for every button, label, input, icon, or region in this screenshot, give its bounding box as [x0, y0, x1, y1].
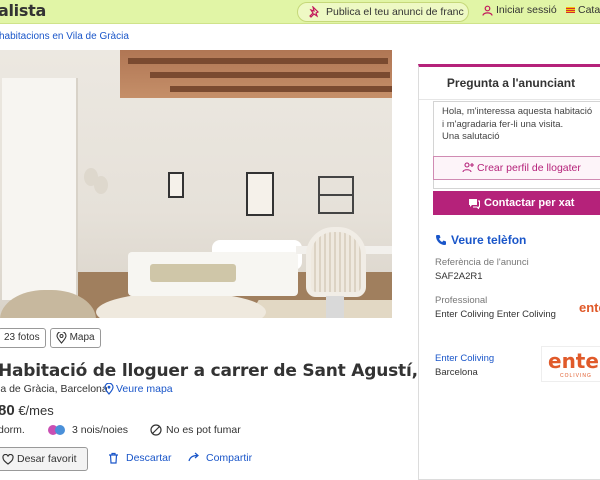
share-icon — [188, 452, 199, 462]
photo-beam — [128, 58, 388, 64]
photo-door — [2, 78, 78, 300]
create-tenant-profile-label: Crear perfil de llogater — [477, 162, 581, 174]
photo-badges: 23 fotos Mapa — [0, 328, 101, 348]
save-favorite-label: Desar favorit — [17, 453, 77, 465]
discard-button[interactable]: Descartar — [108, 452, 172, 464]
location-pin-icon — [104, 383, 114, 395]
flag-icon — [566, 7, 575, 13]
view-map-label: Veure mapa — [116, 383, 173, 395]
photo-count-button[interactable]: 23 fotos — [0, 328, 46, 348]
pin-icon — [309, 6, 320, 18]
agency-city: Barcelona — [435, 367, 478, 378]
agency-logo-small: ente — [579, 293, 600, 323]
divider — [419, 99, 600, 100]
share-label: Compartir — [206, 452, 253, 464]
top-navigation-bar: alista Publica el teu anunci de franc In… — [0, 0, 600, 24]
map-button[interactable]: Mapa — [49, 328, 101, 348]
language-selector[interactable]: Cata — [566, 4, 600, 16]
agency-logo-subtitle: COLIVING — [560, 373, 592, 379]
agency-logo-name: enter — [548, 349, 600, 373]
publish-listing-button[interactable]: Publica el teu anunci de franc — [297, 2, 469, 22]
publish-listing-label: Publica el teu anunci de franc — [326, 6, 464, 18]
heart-icon — [2, 454, 14, 465]
login-label: Iniciar sessió — [496, 4, 557, 16]
contact-panel-title: Pregunta a l'anunciant — [446, 76, 576, 90]
login-link[interactable]: Iniciar sessió — [482, 4, 557, 16]
breadcrumb[interactable]: habitacions en Vila de Gràcia — [0, 31, 129, 42]
listing-price: 80 €/mes — [0, 402, 54, 419]
photo-wall-frame — [246, 172, 274, 216]
reference-label: Referència de l'anunci — [435, 257, 529, 268]
save-favorite-button[interactable]: Desar favorit — [0, 447, 88, 471]
create-tenant-profile-button[interactable]: Crear perfil de llogater — [433, 156, 600, 180]
no-smoking-icon — [150, 424, 162, 436]
view-phone-link[interactable]: Veure telèfon — [435, 233, 526, 247]
roommates-icon — [48, 425, 65, 438]
trash-icon — [109, 452, 118, 464]
reference-value: SAF2A2R1 — [435, 271, 483, 282]
photo-count-label: 23 fotos — [4, 332, 40, 343]
smoking-label: No es pot fumar — [166, 424, 241, 436]
map-label: Mapa — [69, 332, 95, 343]
bedrooms-feature: dorm. — [0, 424, 25, 436]
photo-beam — [150, 72, 390, 78]
agency-logo-small-text: ente — [579, 300, 600, 315]
listing-title: Habitació de lloguer a carrer de Sant Ag… — [0, 361, 447, 381]
contact-chat-button[interactable]: Contactar per xat — [433, 191, 600, 215]
discard-label: Descartar — [126, 452, 172, 464]
agency-link[interactable]: Enter Coliving — [435, 353, 494, 364]
photo-shelf — [318, 194, 354, 196]
share-button[interactable]: Compartir — [188, 452, 252, 464]
photo-wall-frame — [168, 172, 184, 198]
listing-location: la de Gràcia, Barcelona — [0, 383, 108, 395]
photo-chair — [306, 227, 366, 297]
contact-panel: Pregunta a l'anunciant Hola, m'interessa… — [418, 64, 600, 480]
chat-icon — [469, 199, 480, 209]
photo-beam — [170, 86, 392, 92]
message-text: Hola, m'interessa aquesta habitació i m'… — [442, 106, 593, 142]
site-logo[interactable]: alista — [0, 1, 46, 20]
smoking-feature: No es pot fumar — [150, 424, 241, 436]
view-phone-label: Veure telèfon — [451, 233, 527, 247]
professional-label: Professional — [435, 295, 488, 306]
view-map-link[interactable]: Veure mapa — [104, 383, 173, 395]
user-plus-icon — [462, 162, 474, 173]
phone-icon — [436, 235, 446, 245]
price-value: 80 — [0, 402, 15, 419]
contact-chat-label: Contactar per xat — [484, 197, 575, 209]
price-unit: €/mes — [18, 403, 54, 418]
photo-chair-base — [326, 296, 344, 318]
photo-blanket — [150, 264, 236, 282]
photo-wall-lamp — [94, 176, 108, 194]
language-label: Cata — [578, 4, 600, 16]
map-icon — [56, 332, 67, 344]
user-icon — [482, 5, 493, 16]
roommates-label: 3 nois/noies — [72, 424, 129, 436]
listing-photo[interactable] — [0, 50, 392, 318]
agency-logo[interactable]: enter COLIVING — [541, 346, 600, 382]
professional-value: Enter Coliving Enter Coliving — [435, 309, 556, 320]
